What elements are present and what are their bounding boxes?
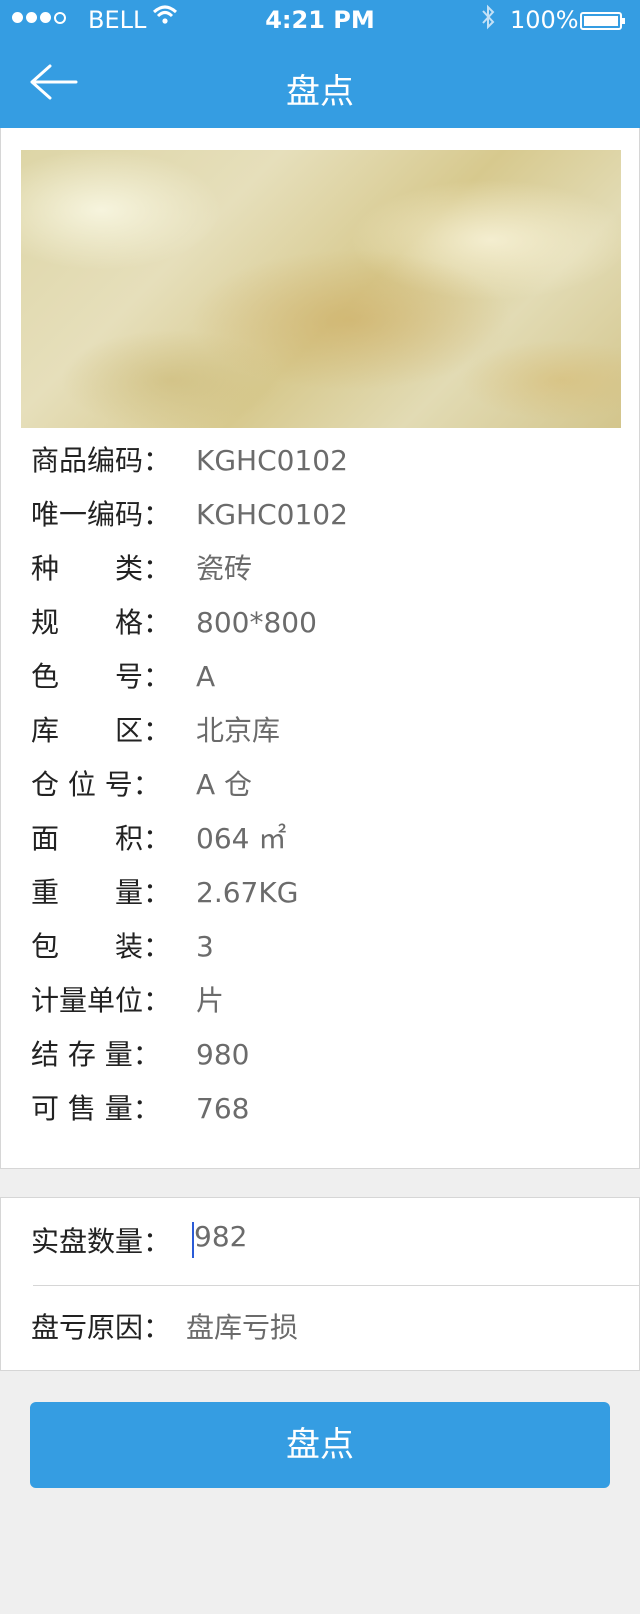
header: BELL 4:21 PM 100% 盘点 xyxy=(0,0,640,128)
field-value: 064 ㎡ xyxy=(196,822,287,855)
field-row: 包 装： 3 xyxy=(31,914,631,968)
field-label: 色 号： xyxy=(31,660,172,693)
field-value: KGHC0102 xyxy=(196,498,348,531)
field-label: 规 格： xyxy=(31,606,172,639)
battery-icon xyxy=(580,12,625,30)
field-row: 结 存 量： 980 xyxy=(31,1022,631,1076)
field-label: 商品编码： xyxy=(31,444,172,477)
field-value: 3 xyxy=(196,930,214,963)
field-value: 片 xyxy=(196,984,225,1017)
field-label: 重 量： xyxy=(31,876,172,909)
product-fields: 商品编码： KGHC0102 唯一编码： KGHC0102 种 类： 瓷砖规 格： 800*… xyxy=(31,428,631,1130)
field-row: 商品编码： KGHC0102 xyxy=(31,428,631,482)
field-value: 瓷砖 xyxy=(196,552,253,585)
field-value: 北京库 xyxy=(196,714,281,747)
field-label: 计量单位： xyxy=(31,984,172,1017)
field-label: 结 存 量： xyxy=(31,1038,161,1071)
field-label: 种 类： xyxy=(31,552,172,585)
field-label: 包 装： xyxy=(31,930,172,963)
count-row: 实盘数量： 982 xyxy=(31,1198,639,1283)
field-row: 色 号： A xyxy=(31,644,631,698)
field-label: 唯一编码： xyxy=(31,498,172,531)
field-label: 面 积： xyxy=(31,822,172,855)
field-label: 库 区： xyxy=(31,714,172,747)
inventory-submit-button[interactable]: 盘点 xyxy=(30,1402,610,1488)
field-row: 面 积： 064 ㎡ xyxy=(31,806,631,860)
field-row: 计量单位： 片 xyxy=(31,968,631,1022)
reason-row: 盘亏原因： 盘库亏损 xyxy=(31,1284,639,1369)
field-row: 规 格： 800*800 xyxy=(31,590,631,644)
field-label: 仓 位 号： xyxy=(31,768,161,801)
field-row: 种 类： 瓷砖 xyxy=(31,536,631,590)
field-value: A 仓 xyxy=(196,768,253,801)
field-row: 可 售 量： 768 xyxy=(31,1076,631,1130)
product-info-card: 商品编码： KGHC0102 唯一编码： KGHC0102 种 类： 瓷砖规 格： 800*… xyxy=(0,128,640,1169)
field-value: 768 xyxy=(196,1092,250,1125)
inventory-form: 实盘数量： 982 盘亏原因： 盘库亏损 xyxy=(0,1197,640,1371)
field-value: A xyxy=(196,660,216,693)
count-label: 实盘数量： xyxy=(31,1225,172,1258)
field-value: 2.67KG xyxy=(196,876,299,909)
reason-label: 盘亏原因： xyxy=(31,1311,172,1344)
count-input[interactable]: 982 xyxy=(194,1220,247,1253)
field-row: 重 量： 2.67KG xyxy=(31,860,631,914)
field-value: KGHC0102 xyxy=(196,444,348,477)
page-title: 盘点 xyxy=(286,72,354,112)
battery-percent: 100% xyxy=(510,6,579,34)
field-label: 可 售 量： xyxy=(31,1092,161,1125)
bluetooth-icon xyxy=(480,4,496,36)
field-row: 库 区： 北京库 xyxy=(31,698,631,752)
status-bar: BELL 4:21 PM 100% xyxy=(0,0,640,44)
field-row: 仓 位 号： A 仓 xyxy=(31,752,631,806)
reason-input[interactable]: 盘库亏损 xyxy=(186,1306,298,1346)
field-row: 唯一编码： KGHC0102 xyxy=(31,482,631,536)
field-value: 800*800 xyxy=(196,606,317,639)
field-value: 980 xyxy=(196,1038,250,1071)
product-image xyxy=(21,150,621,428)
